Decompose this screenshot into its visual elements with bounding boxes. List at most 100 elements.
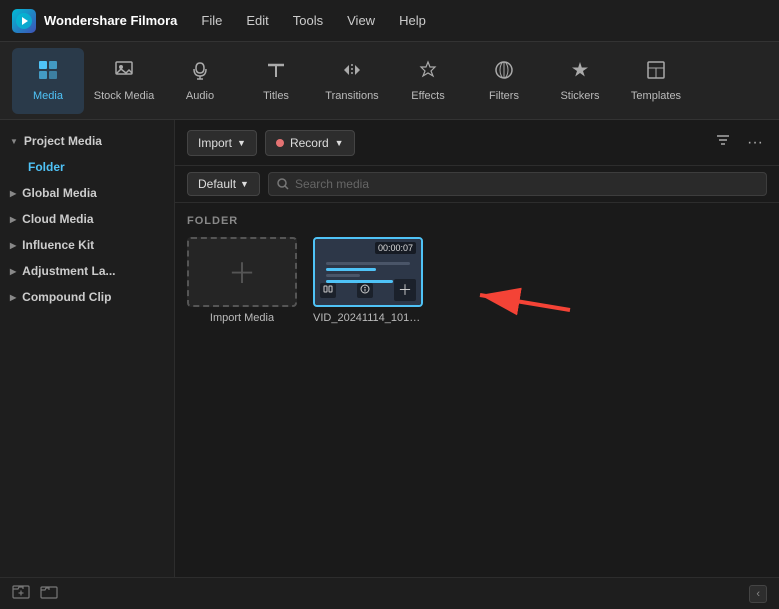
effects-icon xyxy=(417,59,439,85)
toolbar-filters-label: Filters xyxy=(489,90,519,102)
import-plus-icon: ＋ xyxy=(228,252,256,292)
cloud-media-chevron: ▶ xyxy=(10,215,16,224)
search-input-wrap xyxy=(268,172,767,196)
adjustment-la-chevron: ▶ xyxy=(10,267,16,276)
new-folder-icon[interactable] xyxy=(12,582,30,605)
thumb-line-3 xyxy=(326,274,360,277)
search-icon xyxy=(277,178,289,190)
toolbar-audio-label: Audio xyxy=(186,90,214,102)
titles-icon xyxy=(265,59,287,85)
thumb-line-2 xyxy=(326,268,377,271)
video-thumb-inner: 00:00:07 xyxy=(315,239,421,305)
compound-clip-chevron: ▶ xyxy=(10,293,16,302)
sidebar-section-adjustment-la[interactable]: ▶ Adjustment La... xyxy=(0,258,174,284)
compound-clip-label: Compound Clip xyxy=(22,290,111,304)
add-to-timeline-btn[interactable]: ＋ xyxy=(394,279,416,301)
sidebar-section-cloud-media[interactable]: ▶ Cloud Media xyxy=(0,206,174,232)
info-icon[interactable] xyxy=(357,283,373,298)
top-menu-bar: Wondershare Filmora File Edit Tools View… xyxy=(0,0,779,42)
media-icon xyxy=(37,59,59,85)
record-label: Record xyxy=(290,136,329,150)
collapse-icon: ‹ xyxy=(756,588,760,600)
toolbar-transitions-label: Transitions xyxy=(325,90,378,102)
toolbar-effects-label: Effects xyxy=(411,90,444,102)
toolbar-effects[interactable]: Effects xyxy=(392,48,464,114)
filter-icon-btn[interactable] xyxy=(711,128,735,157)
media-grid: FOLDER ＋ Import Media xyxy=(175,203,779,577)
toolbar-stock-media[interactable]: Stock Media xyxy=(88,48,160,114)
more-options-icon: ··· xyxy=(747,134,763,151)
menu-file[interactable]: File xyxy=(197,11,226,30)
influence-kit-label: Influence Kit xyxy=(22,238,94,252)
toolbar-stickers[interactable]: Stickers xyxy=(544,48,616,114)
video-duration: 00:00:07 xyxy=(375,242,416,254)
filters-icon xyxy=(493,59,515,85)
view-dropdown[interactable]: Default ▼ xyxy=(187,172,260,196)
sidebar-section-project-media[interactable]: ▼ Project Media xyxy=(0,128,174,154)
sidebar-section-global-media[interactable]: ▶ Global Media xyxy=(0,180,174,206)
toolbar-templates[interactable]: Templates xyxy=(620,48,692,114)
import-button[interactable]: Import ▼ xyxy=(187,130,257,156)
content-area: Import ▼ Record ▼ xyxy=(175,120,779,577)
toolbar-media[interactable]: Media xyxy=(12,48,84,114)
main-area: ▼ Project Media Folder ▶ Global Media ▶ … xyxy=(0,120,779,577)
content-toolbar-right: ··· xyxy=(711,128,767,157)
sidebar: ▼ Project Media Folder ▶ Global Media ▶ … xyxy=(0,120,175,577)
import-media-thumb[interactable]: ＋ xyxy=(187,237,297,307)
record-dot xyxy=(276,139,284,147)
menu-edit[interactable]: Edit xyxy=(242,11,272,30)
app-name: Wondershare Filmora xyxy=(44,13,177,28)
thumb-actions: ＋ xyxy=(315,279,421,301)
main-toolbar: Media Stock Media Audio xyxy=(0,42,779,120)
toolbar-templates-label: Templates xyxy=(631,90,681,102)
import-label: Import xyxy=(198,136,232,150)
record-chevron: ▼ xyxy=(335,138,344,148)
folder-label: Folder xyxy=(28,160,65,174)
view-chevron: ▼ xyxy=(240,179,249,189)
view-label: Default xyxy=(198,177,236,191)
import-media-card[interactable]: ＋ Import Media xyxy=(187,237,297,324)
menu-view[interactable]: View xyxy=(343,11,379,30)
video-thumb[interactable]: 00:00:07 xyxy=(313,237,423,307)
toolbar-stickers-label: Stickers xyxy=(560,90,599,102)
record-button[interactable]: Record ▼ xyxy=(265,130,355,156)
folder-section-label: FOLDER xyxy=(187,215,767,227)
video-name: VID_20241114_101423 xyxy=(313,312,423,324)
audio-icon xyxy=(189,59,211,85)
toolbar-stock-label: Stock Media xyxy=(94,90,155,102)
video-card[interactable]: 00:00:07 xyxy=(313,237,423,324)
toolbar-audio[interactable]: Audio xyxy=(164,48,236,114)
bottom-bar: ‹ xyxy=(0,577,779,609)
import-chevron: ▼ xyxy=(237,138,246,148)
toolbar-transitions[interactable]: Transitions xyxy=(316,48,388,114)
toolbar-filters[interactable]: Filters xyxy=(468,48,540,114)
global-media-label: Global Media xyxy=(22,186,97,200)
split-icon[interactable] xyxy=(320,283,336,298)
more-options-btn[interactable]: ··· xyxy=(743,130,767,156)
stickers-icon xyxy=(569,59,591,85)
toolbar-titles-label: Titles xyxy=(263,90,289,102)
project-media-chevron: ▼ xyxy=(10,137,18,146)
templates-icon xyxy=(645,59,667,85)
sidebar-item-folder[interactable]: Folder xyxy=(0,154,174,180)
adjustment-la-label: Adjustment La... xyxy=(22,264,115,278)
sidebar-section-influence-kit[interactable]: ▶ Influence Kit xyxy=(0,232,174,258)
toolbar-titles[interactable]: Titles xyxy=(240,48,312,114)
cloud-media-label: Cloud Media xyxy=(22,212,93,226)
media-items-grid: ＋ Import Media xyxy=(187,237,767,324)
import-media-name: Import Media xyxy=(210,312,274,324)
menu-tools[interactable]: Tools xyxy=(289,11,327,30)
menu-help[interactable]: Help xyxy=(395,11,430,30)
global-media-chevron: ▶ xyxy=(10,189,16,198)
folder-icon[interactable] xyxy=(40,582,58,605)
influence-kit-chevron: ▶ xyxy=(10,241,16,250)
app-logo: Wondershare Filmora xyxy=(12,9,177,33)
transitions-icon xyxy=(341,59,363,85)
menu-bar: File Edit Tools View Help xyxy=(197,11,429,30)
stock-media-icon xyxy=(113,59,135,85)
collapse-sidebar-btn[interactable]: ‹ xyxy=(749,585,767,603)
search-input[interactable] xyxy=(295,177,758,191)
search-bar: Default ▼ xyxy=(175,166,779,203)
sidebar-section-compound-clip[interactable]: ▶ Compound Clip xyxy=(0,284,174,310)
thumb-line-1 xyxy=(326,262,411,265)
